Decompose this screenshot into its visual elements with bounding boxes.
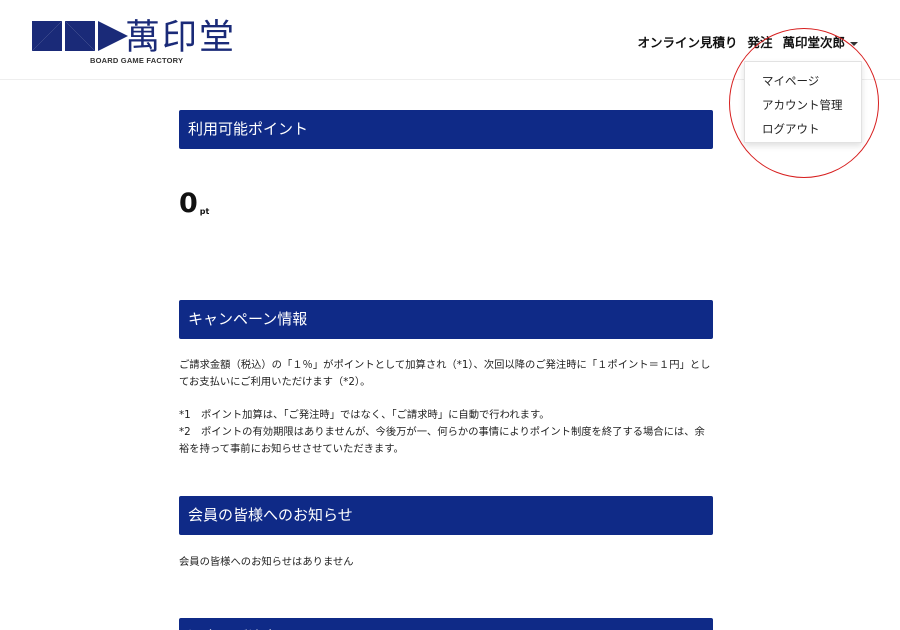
campaign-notes: *1 ポイント加算は、「ご発注時」ではなく、「ご請求時」に自動で行われます。 *… — [179, 407, 713, 458]
menu-item-logout[interactable]: ログアウト — [745, 117, 861, 141]
campaign-note-1: *1 ポイント加算は、「ご発注時」ではなく、「ご請求時」に自動で行われます。 — [179, 409, 550, 421]
user-dropdown-menu: マイページ アカウント管理 ログアウト — [744, 61, 862, 143]
user-menu-toggle[interactable]: 萬印堂次郎 — [782, 32, 858, 51]
menu-item-mypage[interactable]: マイページ — [745, 69, 861, 93]
main-content: 利用可能ポイント 0 pt キャンペーン情報 ご請求金額（税込）の「１％」がポイ… — [179, 110, 713, 630]
news-message: 会員の皆様へのお知らせはありません — [179, 556, 354, 568]
top-nav: オンライン見積り 発注 萬印堂次郎 — [637, 32, 858, 51]
nav-online-quote[interactable]: オンライン見積り — [637, 32, 737, 51]
points-section-header: 利用可能ポイント — [179, 110, 713, 149]
brand-subtitle: BOARD GAME FACTORY — [90, 56, 184, 65]
points-unit: pt — [199, 207, 210, 216]
menu-item-account-settings[interactable]: アカウント管理 — [745, 93, 861, 117]
news-section-header: 会員の皆様へのお知らせ — [179, 496, 713, 535]
logo-mark-icon — [32, 21, 128, 51]
orders-section-header: 過去のご注文 — [179, 618, 713, 630]
nav-order[interactable]: 発注 — [747, 32, 772, 51]
user-name: 萬印堂次郎 — [782, 35, 845, 50]
points-display: 0 pt — [179, 178, 713, 218]
brand-name: 萬印堂 — [125, 18, 237, 58]
campaign-description: ご請求金額（税込）の「１％」がポイントとして加算され（*1）、次回以降のご発注時… — [179, 359, 711, 388]
points-value: 0 — [179, 188, 198, 219]
campaign-section-header: キャンペーン情報 — [179, 300, 713, 339]
brand-logo[interactable]: 萬印堂 BOARD GAME FACTORY — [32, 16, 262, 68]
campaign-note-2: *2 ポイントの有効期限はありませんが、今後万が一、何らかの事情によりポイント制… — [179, 426, 705, 455]
caret-down-icon — [850, 41, 858, 46]
